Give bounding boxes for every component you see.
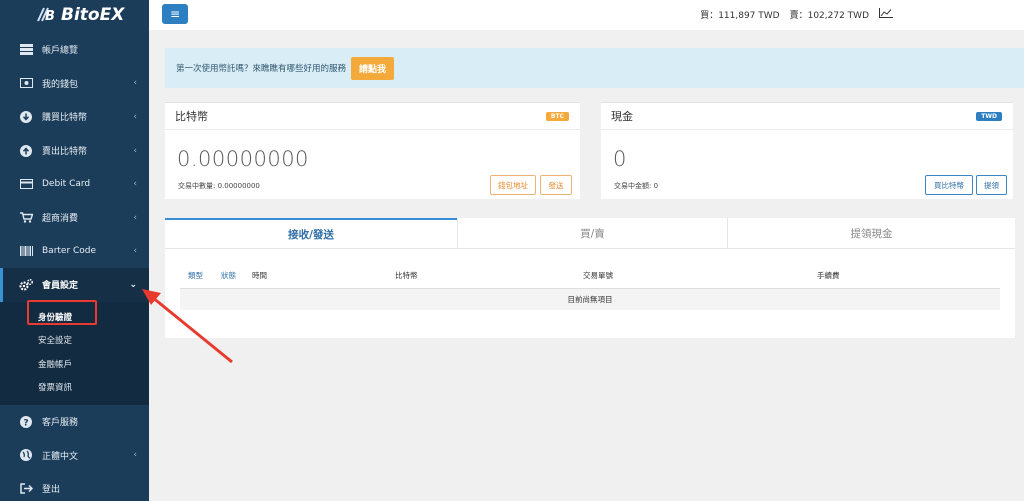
btc-balance: 0.00000000 <box>177 147 309 171</box>
wallet-icon <box>18 76 34 90</box>
sidebar-item-label: 購買比特幣 <box>42 113 88 124</box>
btc-pending-amount: 交易中數量: 0.00000000 <box>178 182 260 190</box>
sidebar-item-label: 帳戶總覽 <box>42 46 79 57</box>
cart-icon <box>18 211 34 225</box>
twd-badge: TWD <box>976 112 1002 121</box>
transactions-panel: 接收/發送 買/賣 提領現金 類型 狀態 時間 比特幣 交易單號 手續費 目前尚… <box>165 218 1015 338</box>
tab-withdraw-cash[interactable]: 提領現金 <box>727 218 1015 248</box>
table-empty-row: 目前尚無項目 <box>180 288 1000 310</box>
chevron-left-icon: ‹ <box>133 145 137 156</box>
sell-price: 賣：102,272 TWD <box>789 11 869 21</box>
banner-text: 第一次使用幣託嗎？來瞧瞧有哪些好用的服務 <box>176 64 347 74</box>
tab-buy-sell[interactable]: 買/賣 <box>457 218 727 248</box>
chevron-down-icon: ⌄ <box>129 279 137 290</box>
transaction-tabs: 接收/發送 買/賣 提領現金 <box>165 218 1015 249</box>
sidebar-item-label: 我的錢包 <box>42 79 79 90</box>
buy-price: 買：111,897 TWD <box>700 11 780 21</box>
download-circle-icon <box>18 110 34 124</box>
menu-toggle-button[interactable]: ≡ <box>162 4 188 24</box>
dashboard-icon <box>18 43 34 57</box>
column-header-bitcoin: 比特幣 <box>395 271 418 280</box>
sidebar-item-sell[interactable]: 賣出比特幣 ‹ <box>0 134 149 168</box>
cash-balance: 0 <box>613 147 627 171</box>
sidebar-item-label: 客戶服務 <box>42 418 79 429</box>
welcome-banner: 第一次使用幣託嗎？來瞧瞧有哪些好用的服務 請點我 <box>165 48 1024 88</box>
brand-name: BitoEX <box>61 5 125 25</box>
submenu-item-identity-verification[interactable]: 身份驗證 <box>0 305 149 329</box>
svg-text:?: ? <box>23 418 28 428</box>
column-header-time: 時間 <box>252 271 267 280</box>
card-title: 比特幣 <box>175 110 208 123</box>
hamburger-icon: ≡ <box>169 7 181 21</box>
sidebar-nav: 帳戶總覽 我的錢包 ‹ 購買比特幣 ‹ 賣出比特幣 ‹ Debit Card ‹… <box>0 33 149 302</box>
btc-balance-card: 比特幣 BTC 0.00000000 交易中數量: 0.00000000 錢包地… <box>165 102 580 199</box>
sidebar-item-label: 賣出比特幣 <box>42 147 88 158</box>
chevron-left-icon: ‹ <box>133 246 137 257</box>
sidebar-item-buy[interactable]: 購買比特幣 ‹ <box>0 100 149 134</box>
sidebar-item-customer-service[interactable]: ? 客戶服務 <box>0 405 149 439</box>
sidebar-nav-bottom: ? 客戶服務 正體中文 ‹ 登出 <box>0 405 149 501</box>
column-header-fee: 手續費 <box>817 271 840 280</box>
gears-icon <box>18 278 34 292</box>
column-header-status[interactable]: 狀態 <box>221 270 236 281</box>
submenu-item-security-settings[interactable]: 安全設定 <box>0 328 149 352</box>
chevron-left-icon: ‹ <box>133 450 137 461</box>
submenu-item-label: 安全設定 <box>38 336 73 346</box>
sidebar-item-logout[interactable]: 登出 <box>0 472 149 501</box>
submenu-item-invoice-info[interactable]: 發票資訊 <box>0 375 149 399</box>
svg-text:B: B <box>45 9 55 24</box>
submenu-item-bank-accounts[interactable]: 金融帳戶 <box>0 352 149 376</box>
barcode-icon <box>18 244 34 258</box>
sidebar: B BitoEX 帳戶總覽 我的錢包 ‹ 購買比特幣 ‹ 賣出比特幣 ‹ Deb… <box>0 0 149 501</box>
column-header-tx-id: 交易單號 <box>583 271 613 280</box>
click-me-button[interactable]: 請點我 <box>351 56 395 80</box>
upload-circle-icon <box>18 144 34 158</box>
sidebar-item-label: 超商消費 <box>42 214 79 225</box>
chevron-left-icon: ‹ <box>133 111 137 122</box>
sidebar-item-barter-code[interactable]: Barter Code ‹ <box>0 235 149 269</box>
card-header: 現金 TWD <box>601 103 1013 130</box>
card-header: 比特幣 BTC <box>165 103 580 130</box>
withdraw-button[interactable]: 提領 <box>976 175 1007 195</box>
chevron-left-icon: ‹ <box>133 212 137 223</box>
price-ticker: 買：111,897 TWD 賣：102,272 TWD <box>700 8 893 21</box>
question-circle-icon: ? <box>18 415 34 429</box>
logout-icon <box>18 482 34 496</box>
globe-icon <box>18 448 34 462</box>
tab-receive-send[interactable]: 接收/發送 <box>165 218 457 248</box>
chevron-left-icon: ‹ <box>133 78 137 89</box>
sidebar-item-wallet[interactable]: 我的錢包 ‹ <box>0 67 149 101</box>
brand-logo[interactable]: B BitoEX <box>0 0 149 30</box>
column-header-type[interactable]: 類型 <box>188 270 203 281</box>
empty-message: 目前尚無項目 <box>567 295 613 304</box>
member-settings-submenu: 身份驗證 安全設定 金融帳戶 發票資訊 <box>0 301 149 405</box>
cash-balance-card: 現金 TWD 0 交易中金額: 0 買比特幣 提領 <box>601 102 1013 199</box>
sidebar-item-label: 正體中文 <box>42 451 79 462</box>
buy-bitcoin-button[interactable]: 買比特幣 <box>925 175 973 195</box>
sidebar-item-member-settings[interactable]: 會員設定 ⌄ <box>0 268 149 302</box>
wallet-address-button[interactable]: 錢包地址 <box>490 175 536 195</box>
send-button[interactable]: 發送 <box>540 175 572 195</box>
bitoex-logo-icon: B <box>34 6 58 24</box>
sidebar-item-language[interactable]: 正體中文 ‹ <box>0 438 149 472</box>
sidebar-item-label: Barter Code <box>42 246 97 257</box>
sidebar-item-overview[interactable]: 帳戶總覽 <box>0 33 149 67</box>
submenu-item-label: 身份驗證 <box>38 312 73 323</box>
cash-pending-amount: 交易中金額: 0 <box>614 182 659 190</box>
sidebar-item-label: 會員設定 <box>42 281 79 292</box>
submenu-item-label: 發票資訊 <box>38 383 73 393</box>
top-bar: ≡ 買：111,897 TWD 賣：102,272 TWD <box>149 0 1024 30</box>
main-content: 第一次使用幣託嗎？來瞧瞧有哪些好用的服務 請點我 比特幣 BTC 0.00000… <box>149 30 1024 501</box>
credit-card-icon <box>18 177 34 191</box>
sidebar-item-label: Debit Card <box>42 179 91 190</box>
submenu-item-label: 金融帳戶 <box>38 359 73 370</box>
btc-badge: BTC <box>545 112 569 121</box>
chevron-left-icon: ‹ <box>133 179 137 190</box>
card-title: 現金 <box>611 110 633 123</box>
sidebar-item-label: 登出 <box>42 485 61 496</box>
sidebar-item-store-purchase[interactable]: 超商消費 ‹ <box>0 201 149 235</box>
price-chart-icon[interactable] <box>879 8 893 21</box>
sidebar-item-debit-card[interactable]: Debit Card ‹ <box>0 167 149 201</box>
